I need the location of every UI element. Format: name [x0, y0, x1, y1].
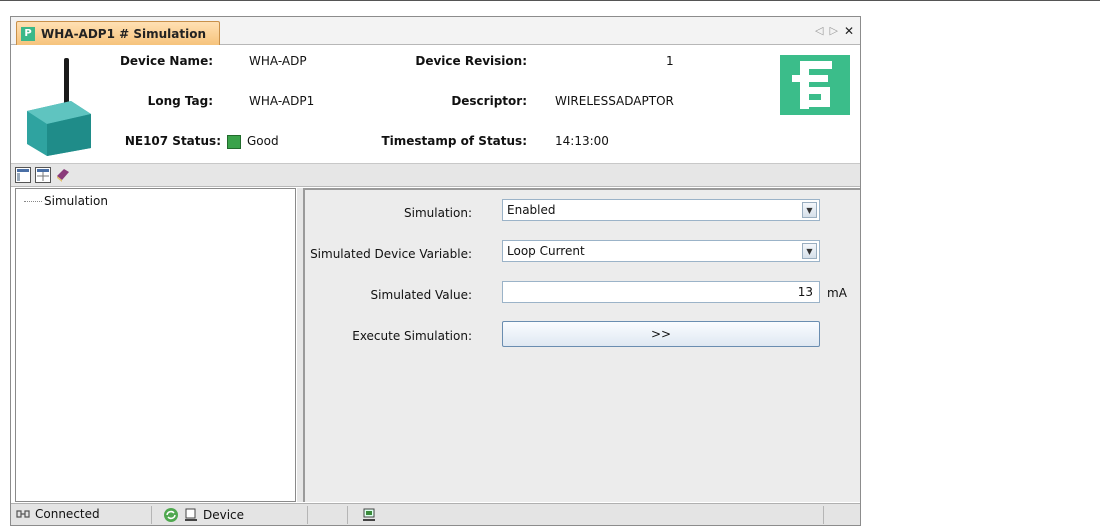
device-label: Device — [203, 508, 245, 522]
window-icon[interactable] — [35, 167, 51, 183]
tab-bar: P WHA-ADP1 # Simulation ◁ ▷ ✕ — [11, 17, 860, 45]
divider — [151, 506, 152, 524]
layout-icon[interactable] — [15, 167, 31, 183]
device-icon — [185, 508, 197, 521]
descriptor-label: Descriptor: — [451, 94, 527, 108]
simulated-value-input[interactable]: 13 — [502, 281, 820, 303]
descriptor-value: WIRELESSADAPTOR — [555, 94, 674, 108]
prev-tab-icon[interactable]: ◁ — [815, 24, 823, 38]
unit-label: mA — [827, 286, 847, 300]
execute-simulation-label: Execute Simulation: — [352, 329, 472, 343]
long-tag-value: WHA-ADP1 — [249, 94, 315, 108]
timestamp-value: 14:13:00 — [555, 134, 609, 148]
long-tag-label: Long Tag: — [147, 94, 213, 108]
book-icon[interactable] — [55, 167, 71, 183]
brand-logo-icon — [780, 55, 850, 115]
device-header: Device Name: WHA-ADP Long Tag: WHA-ADP1 … — [11, 46, 860, 164]
simulation-select[interactable]: Enabled ▼ — [502, 199, 820, 221]
toolbar — [11, 164, 860, 187]
device-status: Device — [163, 507, 244, 523]
chevron-down-icon[interactable]: ▼ — [802, 202, 817, 218]
execute-simulation-button[interactable]: >> — [502, 321, 820, 347]
device-name-label: Device Name: — [119, 54, 213, 68]
simulation-select-value: Enabled — [507, 203, 556, 217]
simulated-value-label: Simulated Value: — [370, 288, 472, 302]
device-revision-label: Device Revision: — [415, 54, 527, 68]
device-image-icon — [27, 58, 91, 156]
connected-label: Connected — [35, 507, 100, 521]
variable-label: Simulated Device Variable: — [310, 247, 472, 261]
divider — [307, 506, 308, 524]
top-border — [0, 0, 1100, 1]
tab-simulation[interactable]: P WHA-ADP1 # Simulation — [16, 21, 220, 45]
tree-item-label: Simulation — [44, 194, 108, 208]
device-name-value: WHA-ADP — [249, 54, 307, 68]
close-icon[interactable]: ✕ — [844, 24, 854, 38]
navigation-tree: Simulation — [15, 188, 296, 502]
network-icon — [363, 508, 375, 521]
chevron-down-icon[interactable]: ▼ — [802, 243, 817, 259]
simulation-panel: Simulation: Enabled ▼ Simulated Device V… — [303, 188, 860, 502]
variable-select-value: Loop Current — [507, 244, 585, 258]
tab-title: WHA-ADP1 # Simulation — [41, 26, 206, 41]
dtm-window: P WHA-ADP1 # Simulation ◁ ▷ ✕ Device Nam… — [10, 16, 861, 526]
ne107-status-value: Good — [247, 134, 279, 148]
connected-icon — [16, 510, 30, 518]
network-status — [361, 507, 377, 523]
pf-logo-icon: P — [21, 26, 35, 41]
device-revision-value: 1 — [666, 54, 674, 68]
ne107-status-label: NE107 Status: — [124, 134, 221, 148]
tree-item-simulation[interactable]: Simulation — [24, 194, 108, 208]
divider — [347, 506, 348, 524]
connection-status: Connected — [15, 507, 100, 521]
simulation-label: Simulation: — [404, 206, 472, 220]
status-bar: Connected Device — [11, 503, 860, 525]
tab-controls: ◁ ▷ ✕ — [815, 24, 854, 38]
status-indicator-icon — [227, 135, 241, 149]
variable-select[interactable]: Loop Current ▼ — [502, 240, 820, 262]
tree-connector — [24, 200, 42, 202]
divider — [823, 506, 824, 524]
next-tab-icon[interactable]: ▷ — [829, 24, 837, 38]
refresh-icon[interactable] — [163, 507, 179, 523]
timestamp-label: Timestamp of Status: — [381, 134, 527, 148]
